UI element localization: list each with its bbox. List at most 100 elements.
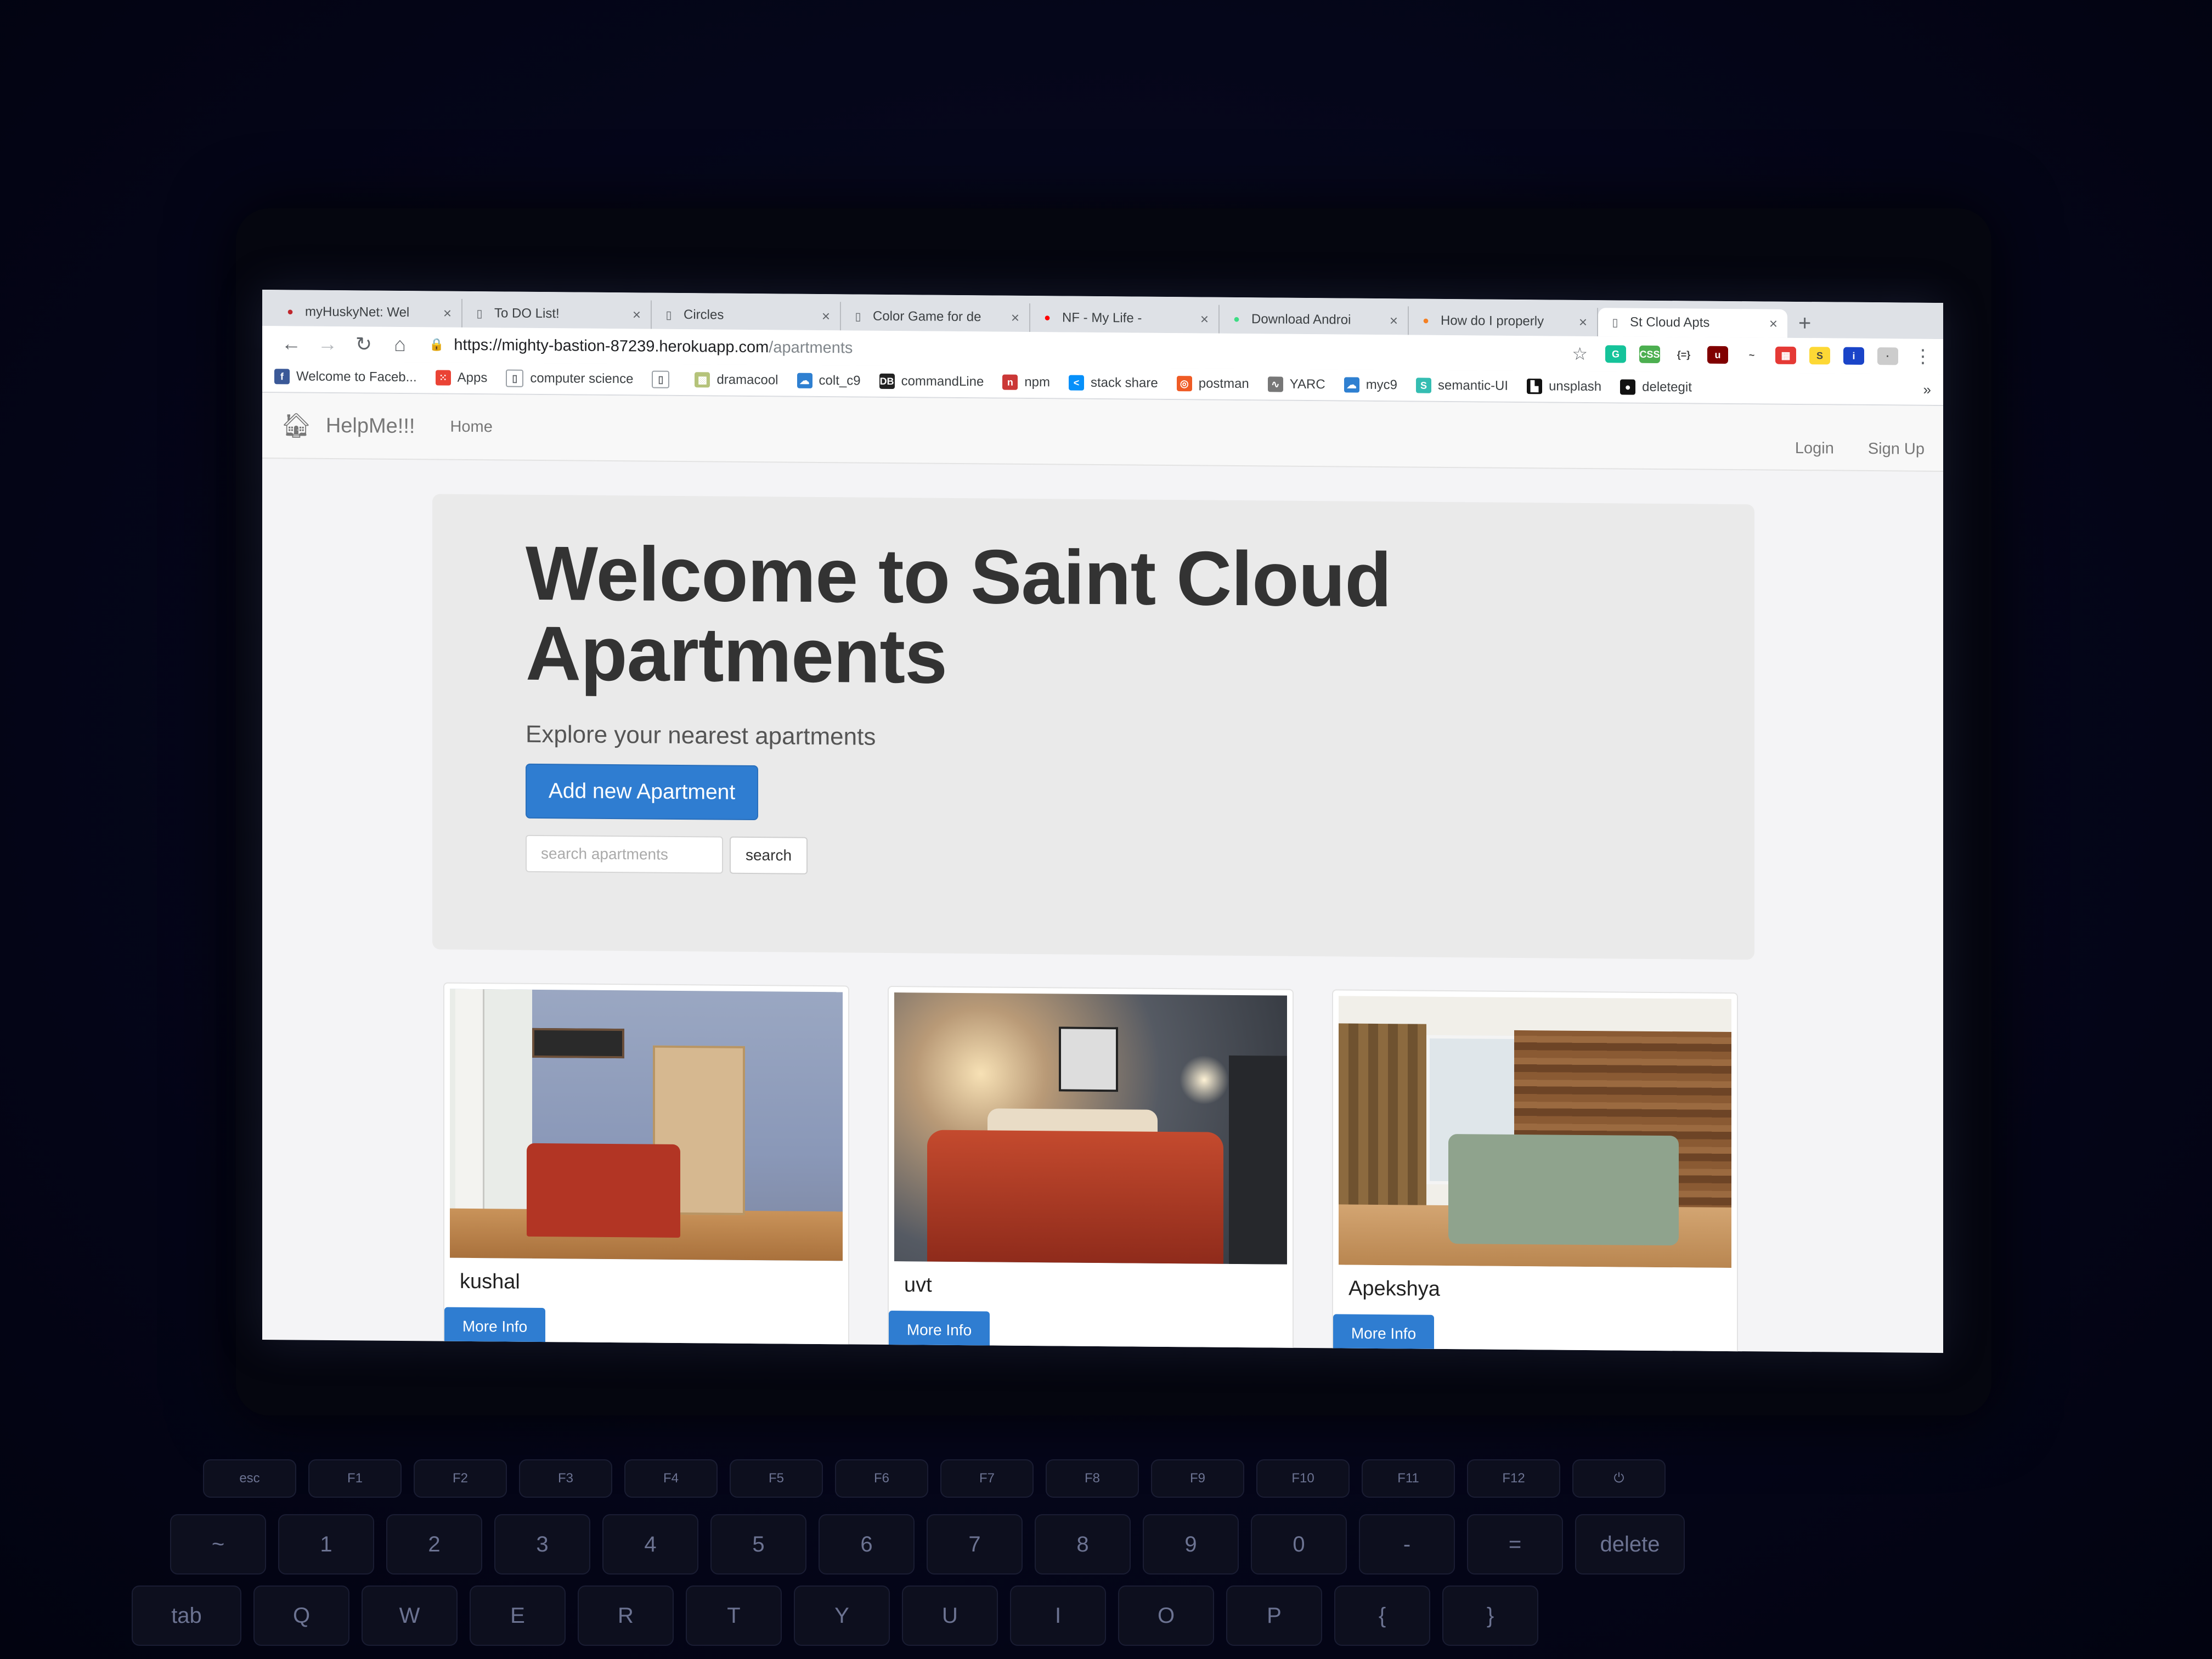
nav-home-link[interactable]: Home <box>450 417 492 436</box>
page-icon: ▯ <box>855 310 861 323</box>
site-navbar: 🏠︎ HelpMe!!! Home Login Sign Up <box>262 393 1943 472</box>
more-info-button[interactable]: More Info <box>889 1310 990 1350</box>
keyboard-key: F9 <box>1151 1459 1244 1498</box>
cloud9-icon: ☁ <box>797 373 812 388</box>
bookmarks-overflow-icon[interactable]: » <box>1923 381 1931 398</box>
hero-jumbotron: Welcome to Saint Cloud Apartments Explor… <box>432 494 1754 960</box>
colorpick-icon[interactable]: ▦ <box>1775 346 1796 364</box>
nav-login-link[interactable]: Login <box>1795 439 1834 458</box>
bookmark-item[interactable]: ▩ dramacool <box>695 372 778 388</box>
close-tab-icon[interactable]: × <box>822 308 830 325</box>
keyboard-key: U <box>902 1585 998 1646</box>
bookmark-item[interactable]: ◎ postman <box>1176 376 1249 392</box>
tab-title: myHuskyNet: Wel <box>305 304 410 320</box>
browser-tab[interactable]: ▯ Color Game for de × <box>841 302 1030 332</box>
bookmark-item[interactable]: < stack share <box>1069 375 1158 391</box>
browser-tab[interactable]: ● myHuskyNet: Wel × <box>273 297 462 328</box>
browser-tab[interactable]: ▯ Circles × <box>652 300 841 331</box>
bookmark-item[interactable]: Ssemantic-UI <box>1416 377 1508 394</box>
unsplash-icon: ▙ <box>1527 379 1543 394</box>
apartment-card: kushal More Info <box>443 982 849 1353</box>
bookmark-star-icon[interactable]: ☆ <box>1572 343 1588 364</box>
apartment-photo-living-room[interactable] <box>450 989 843 1261</box>
profile-icon[interactable]: · <box>1877 347 1898 365</box>
apartment-name: uvt <box>904 1273 932 1297</box>
wave-icon[interactable]: ~ <box>1741 346 1762 364</box>
close-tab-icon[interactable]: × <box>1579 313 1587 330</box>
bookmark-item[interactable]: n npm <box>1002 374 1050 391</box>
grammarly-icon[interactable]: G <box>1605 345 1626 363</box>
back-icon[interactable]: ← <box>273 332 309 356</box>
home-icon[interactable]: ⌂ <box>382 333 418 357</box>
house-icon[interactable]: 🏠︎ <box>281 411 312 439</box>
close-tab-icon[interactable]: × <box>633 306 641 323</box>
android-icon: ● <box>1233 313 1240 325</box>
new-tab-button[interactable]: + <box>1798 311 1811 336</box>
apps-icon: ⁙ <box>435 370 451 386</box>
extension-icon[interactable]: S <box>1809 347 1830 365</box>
bookmark-label: Welcome to Faceb... <box>296 369 417 385</box>
browser-tab[interactable]: ● NF - My Life - × <box>1030 303 1220 334</box>
search-input[interactable]: search apartments <box>526 834 723 874</box>
json-icon[interactable]: {=} <box>1673 346 1694 364</box>
bookmark-item[interactable]: ⁙ Apps <box>435 370 487 386</box>
add-apartment-button[interactable]: Add new Apartment <box>526 763 758 821</box>
keyboard-key: F6 <box>835 1459 928 1498</box>
bookmark-item[interactable]: ▯ computer science <box>506 369 633 388</box>
commandline-icon: DB <box>879 373 895 390</box>
bookmark-item[interactable]: ☁ myc9 <box>1344 377 1397 393</box>
keyboard-key: esc <box>203 1459 296 1498</box>
close-tab-icon[interactable]: × <box>1390 312 1398 329</box>
bookmark-item[interactable]: ☁ colt_c9 <box>797 373 861 389</box>
bookmark-label: unsplash <box>1549 379 1602 394</box>
search-button[interactable]: search <box>730 836 808 874</box>
reload-icon[interactable]: ↻ <box>346 332 382 356</box>
keyboard-key: 2 <box>386 1514 482 1575</box>
hero-subtitle: Explore your nearest apartments <box>526 720 876 751</box>
close-tab-icon[interactable]: × <box>1011 309 1019 326</box>
tab-title: Download Androi <box>1251 312 1351 328</box>
page-icon: ▯ <box>506 369 524 387</box>
github-icon: ● <box>1620 379 1636 395</box>
apartment-name: Apekshya <box>1348 1277 1440 1301</box>
bookmark-item[interactable]: ▙ unsplash <box>1527 379 1601 394</box>
forward-icon[interactable]: → <box>309 332 346 356</box>
site-brand[interactable]: HelpMe!!! <box>326 414 415 438</box>
browser-tab[interactable]: ▯ St Cloud Apts × <box>1598 308 1787 338</box>
youtube-icon: ● <box>1043 311 1051 324</box>
more-info-button[interactable]: More Info <box>444 1307 545 1347</box>
keyboard-key: 8 <box>1035 1514 1131 1575</box>
browser-tab[interactable]: ● How do I properly × <box>1409 306 1598 337</box>
bookmark-item[interactable]: ▯ <box>652 370 676 388</box>
browser-tab[interactable]: ▯ To DO List! × <box>462 298 652 329</box>
keyboard-key: F2 <box>414 1459 507 1498</box>
keyboard-key: F1 <box>308 1459 402 1498</box>
apartment-card: Apekshya More Info <box>1332 989 1738 1353</box>
apartment-photo-bedroom-red[interactable] <box>894 992 1287 1265</box>
bookmark-item[interactable]: DB commandLine <box>879 373 984 390</box>
bookmark-item[interactable]: ● deletegit <box>1620 379 1692 395</box>
browser-menu-icon[interactable]: ⋮ <box>1914 346 1932 368</box>
keyboard-key: P <box>1226 1585 1322 1646</box>
bookmark-item[interactable]: f Welcome to Faceb... <box>274 369 417 385</box>
keyboard-key: R <box>578 1585 674 1646</box>
keyboard-key: F3 <box>519 1459 612 1498</box>
ublock-icon[interactable]: u <box>1707 346 1728 364</box>
close-tab-icon[interactable]: × <box>443 304 452 321</box>
bookmark-item[interactable]: ∿ YARC <box>1267 376 1325 392</box>
more-info-button[interactable]: More Info <box>1333 1314 1434 1353</box>
address-bar[interactable]: 🔒 https://mighty-bastion-87239.herokuapp… <box>429 332 1561 366</box>
tab-title: St Cloud Apts <box>1630 314 1710 330</box>
keyboard-key: ⏻ <box>1572 1459 1666 1498</box>
close-tab-icon[interactable]: × <box>1769 315 1778 332</box>
browser-tab[interactable]: ● Download Androi × <box>1220 304 1409 335</box>
nav-signup-link[interactable]: Sign Up <box>1868 439 1925 458</box>
semantic-icon: S <box>1416 377 1432 393</box>
keyboard-key: T <box>686 1585 782 1646</box>
info-icon[interactable]: i <box>1843 347 1864 365</box>
apartment-photo-bedroom-wood[interactable] <box>1339 996 1731 1268</box>
css-icon[interactable]: CSS <box>1639 345 1660 364</box>
tab-title: To DO List! <box>494 306 560 321</box>
close-tab-icon[interactable]: × <box>1200 311 1209 328</box>
npm-icon: n <box>1002 374 1018 390</box>
